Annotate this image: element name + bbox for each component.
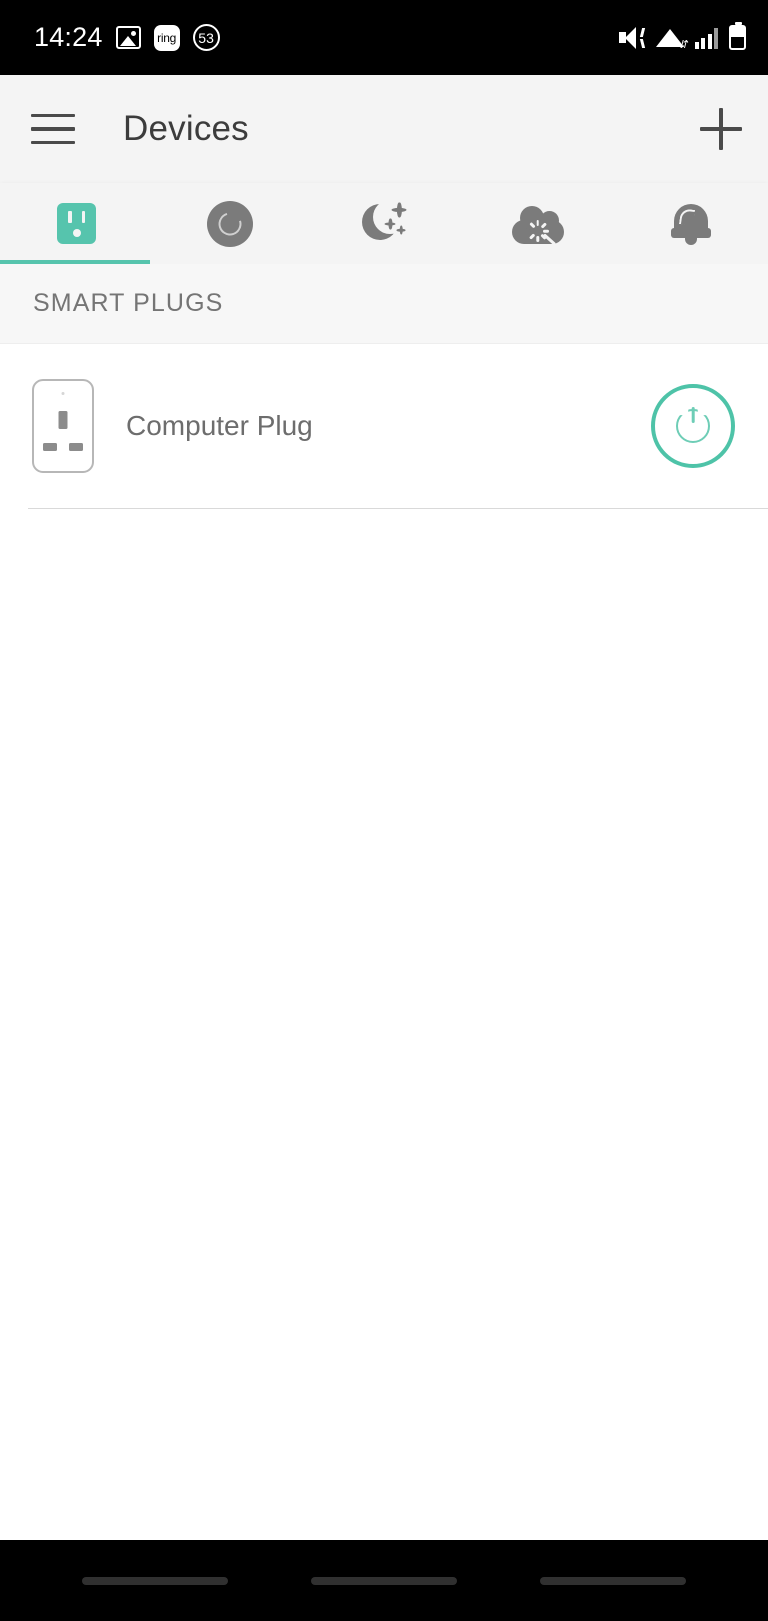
nav-back-button[interactable]: [540, 1576, 687, 1585]
tab-scenes[interactable]: [461, 183, 615, 264]
wand-rays: [527, 212, 549, 242]
plus-icon[interactable]: [700, 108, 742, 150]
countdown-badge-icon: 53: [192, 24, 220, 51]
system-navigation-bar: [0, 1540, 768, 1621]
cloud-magic-wand-icon: [511, 204, 564, 246]
tab-night-mode[interactable]: [307, 183, 461, 264]
cellular-signal-icon: [694, 27, 718, 49]
list-divider: [28, 508, 768, 509]
dimmer-icon: [207, 200, 254, 247]
tab-bar: [0, 183, 768, 264]
power-toggle-button[interactable]: [651, 384, 735, 468]
gallery-icon: [115, 26, 141, 49]
ring-app-icon: ring: [153, 24, 180, 51]
nav-recents-button[interactable]: [81, 1576, 228, 1585]
wifi-icon: ⇵: [655, 27, 688, 50]
battery-icon: [729, 22, 746, 50]
tab-smart-plugs[interactable]: [0, 183, 154, 264]
outlet-icon: [57, 203, 97, 244]
device-icon-wrap: [0, 379, 126, 473]
phone-screen: 14:24 ring 53 ⇵ Devices SMART PLUGS Comp…: [0, 0, 768, 1621]
status-bar-left: 14:24 ring 53: [34, 22, 220, 53]
device-row-computer-plug[interactable]: Computer Plug: [0, 344, 768, 508]
status-bar-clock: 14:24: [34, 22, 103, 52]
status-bar-right: ⇵: [618, 22, 746, 50]
section-header-smart-plugs: SMART PLUGS: [0, 264, 768, 344]
vibrate-mute-icon: [618, 26, 645, 49]
app-bar: Devices: [0, 75, 768, 183]
power-icon: [676, 407, 710, 443]
device-list: SMART PLUGS Computer Plug: [0, 264, 768, 1540]
uk-socket-icon: [32, 379, 94, 473]
page-title: Devices: [123, 109, 249, 148]
device-name-label: Computer Plug: [126, 410, 313, 441]
status-bar: 14:24 ring 53 ⇵: [0, 0, 768, 75]
moon-stars-icon: [360, 199, 408, 247]
tab-alerts[interactable]: [614, 183, 768, 264]
section-header-label: SMART PLUGS: [33, 289, 224, 317]
bell-icon: [671, 202, 712, 246]
tab-dimmers[interactable]: [154, 183, 308, 264]
nav-home-button[interactable]: [310, 1576, 457, 1585]
hamburger-menu-icon[interactable]: [31, 114, 75, 144]
